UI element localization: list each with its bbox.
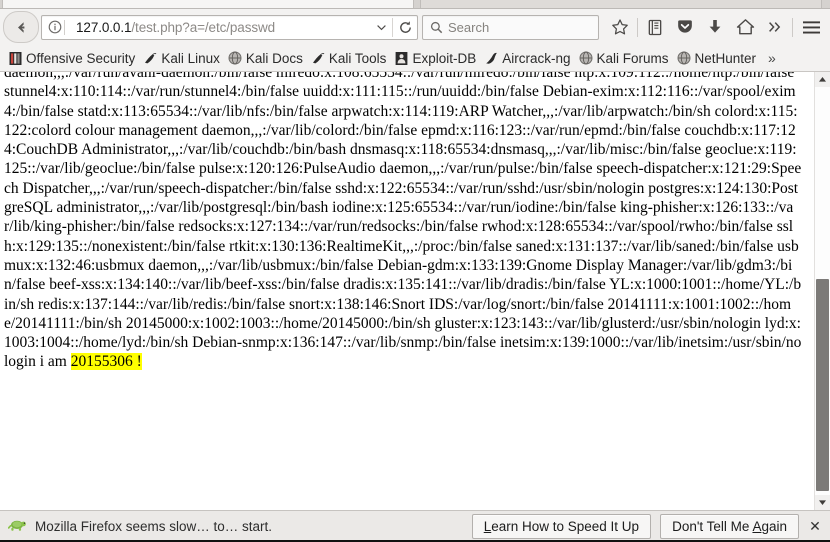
passwd-body-text: daemon,,,:/var/run/avahi-daemon:/bin/fal…: [4, 72, 802, 371]
highlighted-output: 20155306 !: [70, 353, 142, 371]
identity-box[interactable]: [42, 19, 76, 35]
hamburger-menu-icon: [802, 20, 820, 33]
trailing-text: i am: [35, 353, 71, 371]
toolbar-separator-2: [792, 17, 793, 37]
close-x-icon[interactable]: ✕: [804, 515, 826, 539]
search-icon: [423, 21, 448, 34]
library-button[interactable]: [640, 12, 670, 42]
search-input[interactable]: Search: [448, 20, 489, 35]
learn-how-to-speed-it-up-button[interactable]: Learn How to Speed It Up: [471, 514, 652, 539]
reload-icon: [399, 20, 411, 33]
star-icon: [612, 19, 628, 35]
bookmark-exploit-db[interactable]: Exploit-DB: [390, 47, 480, 69]
slow-turtle-icon: [7, 517, 27, 537]
back-arrow-icon: [17, 21, 24, 33]
url-text: 127.0.0.1/test.php?a=/etc/passwd: [76, 20, 370, 35]
url-path: /test.php?a=/etc/passwd: [131, 19, 276, 35]
info-circle-icon: [48, 20, 62, 34]
url-bar[interactable]: 127.0.0.1/test.php?a=/etc/passwd: [41, 14, 418, 40]
navigation-toolbar: 127.0.0.1/test.php?a=/etc/passwd Search: [0, 9, 830, 46]
app-menu-button[interactable]: [795, 12, 827, 42]
url-host: 127.0.0.1: [76, 19, 132, 35]
exploitdb-icon: [394, 51, 409, 66]
bookmark-label: Kali Docs: [245, 50, 303, 66]
bookmark-label: Offensive Security: [26, 50, 136, 66]
download-arrow-icon: [709, 20, 721, 33]
aircrack-icon: [484, 51, 499, 66]
toolbar-separator: [637, 17, 638, 37]
search-bar[interactable]: Search: [422, 14, 599, 40]
bookmark-kali-forums[interactable]: Kali Forums: [574, 47, 672, 69]
reload-button[interactable]: [392, 17, 417, 37]
bookmark-label: Aircrack-ng: [502, 50, 571, 66]
scrollbar-track[interactable]: [815, 87, 830, 495]
bookmark-label: Exploit-DB: [412, 50, 477, 66]
firefox-window: 127.0.0.1/test.php?a=/etc/passwd Search …: [0, 0, 830, 542]
bookmarks-overflow-button[interactable]: »: [762, 50, 782, 66]
bookmark-kali-tools[interactable]: Kali Tools: [307, 47, 391, 69]
scroll-down-arrow-icon[interactable]: [815, 495, 830, 510]
bookmark-kali-linux[interactable]: Kali Linux: [139, 47, 224, 69]
bookmark-label: Kali Tools: [328, 50, 387, 66]
pocket-icon: [678, 20, 692, 33]
home-button[interactable]: [730, 12, 760, 42]
chevron-double-right-icon: [769, 22, 781, 32]
globe-icon: [677, 51, 692, 66]
dont-tell-me-again-button[interactable]: Don't Tell Me Again: [660, 514, 799, 539]
globe-icon: [578, 51, 593, 66]
bookmark-aircrack-ng[interactable]: Aircrack-ng: [480, 47, 574, 69]
globe-icon: [228, 51, 243, 66]
pocket-button[interactable]: [670, 12, 700, 42]
vertical-scrollbar[interactable]: [814, 72, 830, 510]
bookmark-nethunter[interactable]: NetHunter: [673, 47, 761, 69]
bookmark-label: Kali Forums: [596, 50, 669, 66]
home-icon: [736, 19, 754, 35]
kali-dragon-icon: [143, 51, 158, 66]
notification-message: Mozilla Firefox seems slow… to… start.: [35, 519, 273, 534]
back-button[interactable]: [3, 11, 39, 43]
bookmark-label: Kali Linux: [161, 50, 220, 66]
bookmark-star-button[interactable]: [605, 12, 635, 42]
offsec-icon: [8, 51, 23, 66]
downloads-button[interactable]: [700, 12, 730, 42]
passwd-file-dump: daemon,,,:/var/run/avahi-daemon:/bin/fal…: [4, 72, 802, 372]
slow-start-notification-bar: Mozilla Firefox seems slow… to… start. L…: [0, 510, 830, 542]
scroll-up-arrow-icon[interactable]: [815, 72, 830, 87]
kali-dragon-icon: [311, 51, 326, 66]
bookmark-label: NetHunter: [694, 50, 757, 66]
overflow-button[interactable]: [760, 12, 790, 42]
library-icon: [648, 19, 662, 35]
tab-strip: [0, 0, 830, 9]
page-content: daemon,,,:/var/run/avahi-daemon:/bin/fal…: [0, 72, 830, 510]
url-history-dropdown-button[interactable]: [370, 22, 392, 33]
bookmark-offensive-security[interactable]: Offensive Security: [4, 47, 139, 69]
bookmark-kali-docs[interactable]: Kali Docs: [224, 47, 307, 69]
bookmarks-toolbar: Offensive Security Kali Linux Kali Docs: [0, 45, 830, 72]
scrollbar-thumb[interactable]: [816, 278, 829, 491]
identity-separator: [64, 19, 65, 35]
chevron-down-icon: [376, 24, 386, 30]
